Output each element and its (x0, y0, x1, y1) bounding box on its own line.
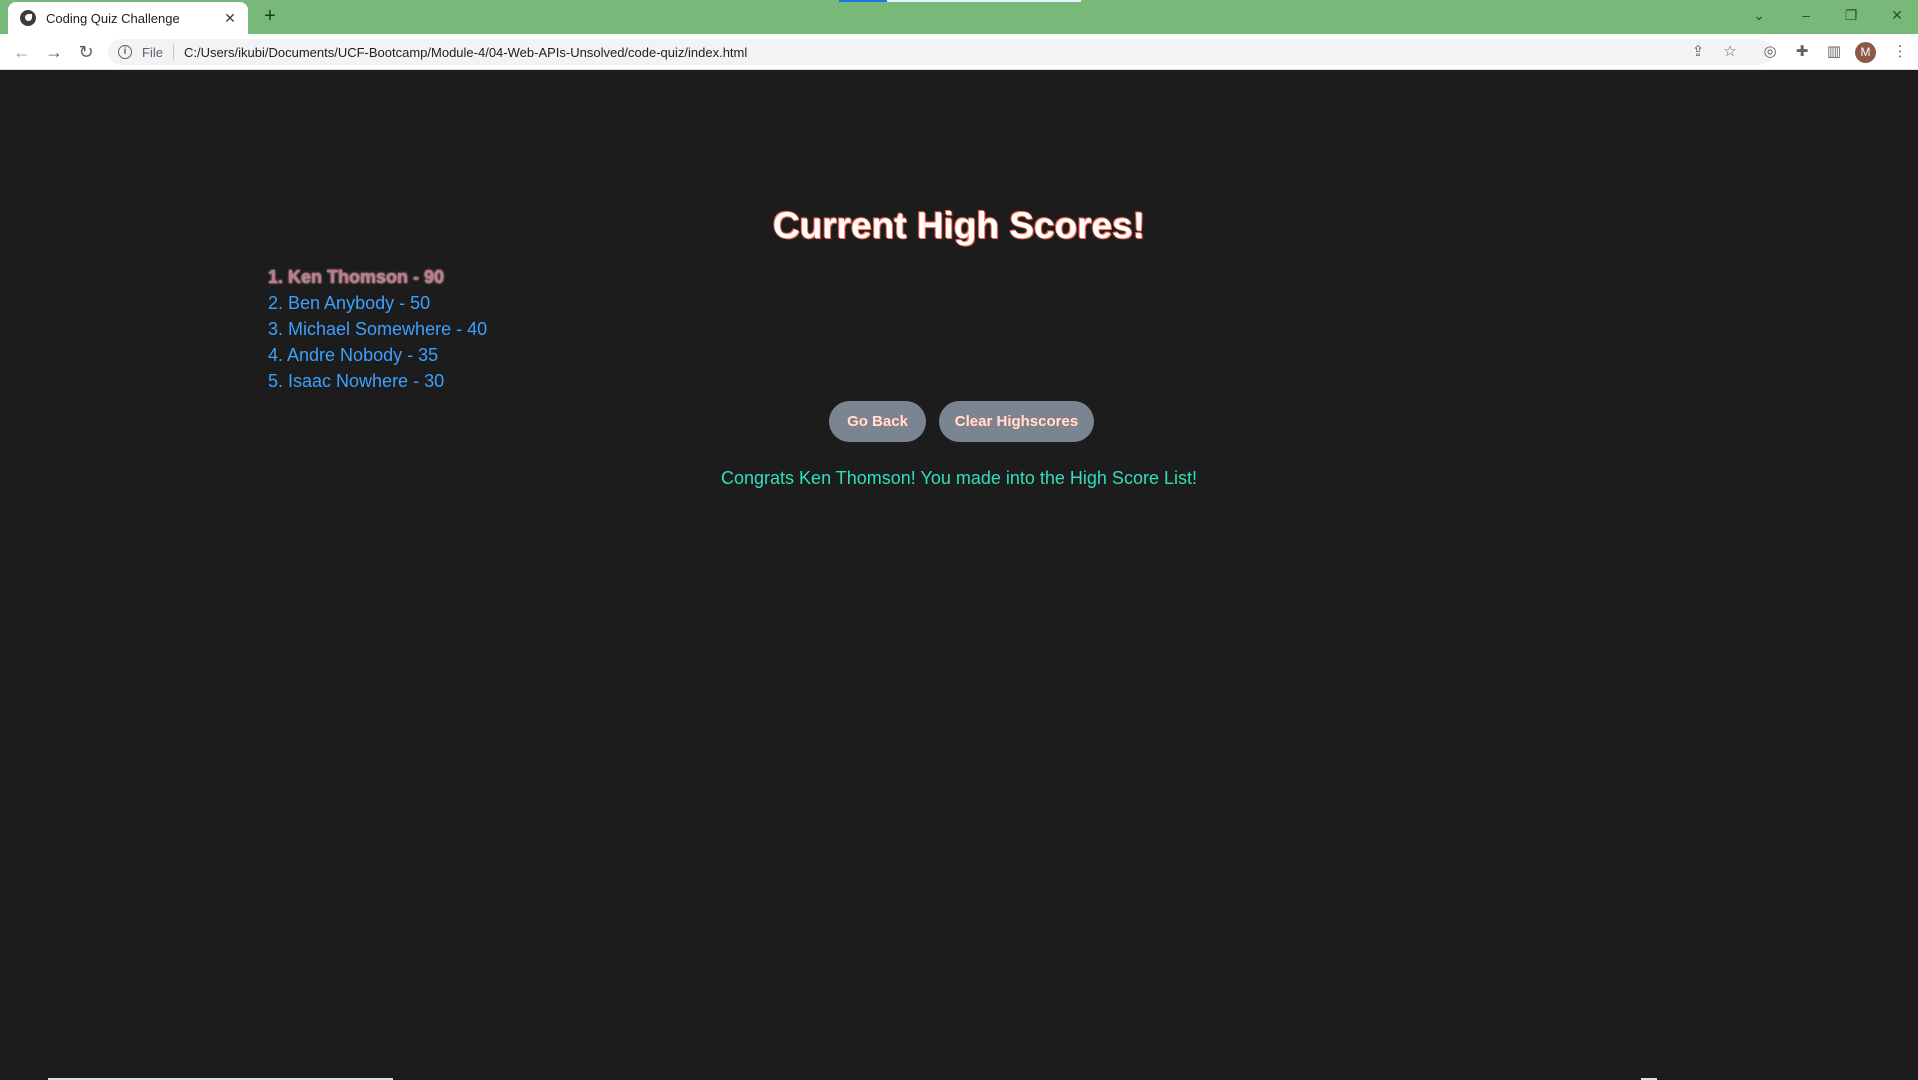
reload-icon[interactable]: ↻ (74, 40, 98, 64)
side-panel-icon[interactable]: ▥ (1822, 40, 1846, 64)
extension-circle-icon[interactable]: ◎ (1758, 40, 1782, 64)
score-item-3[interactable]: 3. Michael Somewhere - 40 (268, 316, 487, 342)
clear-highscores-button[interactable]: Clear Highscores (939, 401, 1094, 442)
score-item-2[interactable]: 2. Ben Anybody - 50 (268, 290, 487, 316)
star-icon[interactable]: ☆ (1718, 39, 1742, 65)
tab-title: Coding Quiz Challenge (46, 10, 180, 26)
scheme-label: File (142, 44, 163, 60)
minimize-icon[interactable]: – (1792, 4, 1820, 26)
globe-icon (20, 10, 36, 26)
new-tab-button[interactable]: + (258, 4, 282, 28)
browser-tab[interactable]: Coding Quiz Challenge ✕ (8, 2, 248, 34)
url-text[interactable]: C:/Users/ikubi/Documents/UCF-Bootcamp/Mo… (184, 45, 747, 60)
info-icon[interactable]: i (118, 45, 132, 59)
restore-icon[interactable]: ❐ (1837, 4, 1865, 26)
page-content: Current High Scores! 1. Ken Thomson - 90… (0, 71, 1918, 1080)
forward-arrow-icon[interactable]: → (42, 40, 66, 64)
address-bar[interactable]: i File C:/Users/ikubi/Documents/UCF-Boot… (108, 39, 1772, 65)
high-score-list: 1. Ken Thomson - 90 2. Ben Anybody - 50 … (268, 264, 487, 394)
browser-toolbar: ← → ↻ i File C:/Users/ikubi/Documents/UC… (0, 34, 1918, 70)
loading-indicator (839, 0, 887, 2)
congrats-message: Congrats Ken Thomson! You made into the … (721, 468, 1197, 488)
puzzle-icon[interactable]: ✚ (1790, 40, 1814, 64)
avatar[interactable]: M (1855, 42, 1876, 63)
tab-strip: Coding Quiz Challenge ✕ + ⌄ – ❐ ✕ (0, 0, 1918, 34)
loading-indicator-track (887, 0, 1081, 2)
tab-search-icon[interactable]: ⌄ (1745, 4, 1773, 26)
close-icon[interactable]: ✕ (222, 10, 238, 27)
close-window-icon[interactable]: ✕ (1883, 4, 1911, 26)
page-title: Current High Scores! (772, 205, 1146, 246)
menu-kebab-icon[interactable]: ⋮ (1888, 40, 1912, 64)
back-arrow-icon[interactable]: ← (10, 40, 34, 64)
go-back-button[interactable]: Go Back (829, 401, 926, 442)
score-item-1[interactable]: 1. Ken Thomson - 90 (268, 264, 487, 290)
divider (172, 44, 174, 60)
score-item-4[interactable]: 4. Andre Nobody - 35 (268, 342, 487, 368)
share-icon[interactable]: ⇪ (1686, 39, 1710, 65)
score-item-5[interactable]: 5. Isaac Nowhere - 30 (268, 368, 487, 394)
